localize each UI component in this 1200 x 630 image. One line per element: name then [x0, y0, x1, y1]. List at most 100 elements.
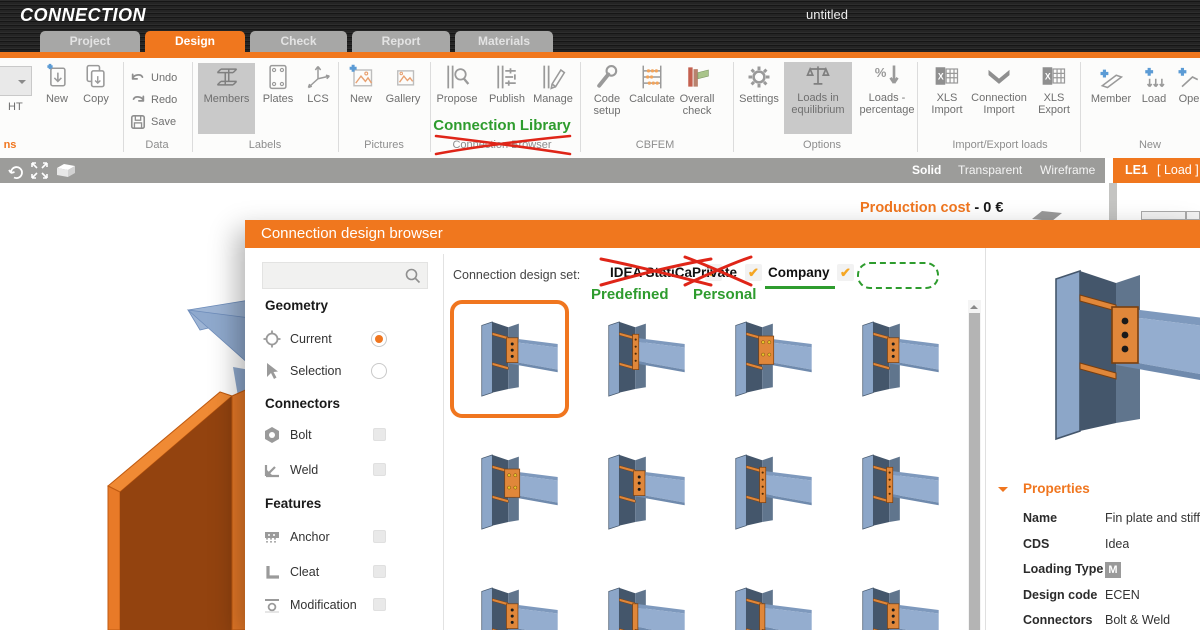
collapse-triangle-icon[interactable]	[998, 487, 1008, 497]
xls-import-button[interactable]: X XLS Import	[925, 62, 969, 134]
connection-thumbnail-fin[interactable]	[831, 300, 950, 418]
plates-icon	[264, 63, 292, 91]
members-button[interactable]: Members	[198, 63, 255, 134]
view-mode-solid[interactable]: Solid	[912, 163, 941, 177]
grid-scrollbar[interactable]	[968, 300, 981, 630]
cds-check-company[interactable]: ✔	[837, 264, 854, 281]
checkbox-anchor[interactable]	[373, 530, 386, 543]
loads-in-equilibrium-button[interactable]: Loads in equilibrium	[784, 62, 852, 134]
propose-icon	[443, 63, 471, 91]
rotate-view-icon[interactable]	[7, 162, 25, 180]
new-operation-button[interactable]: Ope	[1172, 63, 1200, 134]
save-button[interactable]: Save	[130, 114, 176, 130]
radio-current[interactable]	[371, 331, 387, 347]
calculate-button[interactable]: Calculate	[626, 63, 678, 134]
undo-button[interactable]: Undo	[130, 70, 177, 86]
filter-option-weld[interactable]: Weld	[263, 461, 423, 481]
filter-option-bolt[interactable]: Bolt	[263, 426, 423, 446]
connection-thumbnail-haunch[interactable]	[577, 566, 696, 630]
connection-thumbnail-fin[interactable]	[450, 300, 569, 418]
scrollbar-thumb[interactable]	[969, 313, 980, 630]
checkbox-cleat[interactable]	[373, 565, 386, 578]
cleat-icon	[263, 563, 281, 581]
group-label-connection-browser: Connection Browser	[437, 139, 567, 151]
new-operation-icon	[1175, 63, 1200, 91]
overall-check-button[interactable]: Overall check	[672, 63, 722, 134]
solid-box-icon[interactable]	[55, 162, 77, 179]
height-combo[interactable]	[0, 66, 32, 96]
filter-option-modification[interactable]: Modification	[263, 596, 423, 616]
view-mode-transparent[interactable]: Transparent	[958, 163, 1022, 177]
right-panel-scrollbar[interactable]	[1109, 183, 1117, 221]
connection-thumbnail-fin[interactable]	[577, 433, 696, 551]
abacus-icon	[638, 63, 666, 91]
redo-button[interactable]: Redo	[130, 92, 177, 108]
connection-thumbnail-plate[interactable]	[704, 300, 823, 418]
xls-export-button[interactable]: X XLS Export	[1032, 62, 1076, 134]
cds-option-company[interactable]: Company	[768, 265, 830, 280]
settings-button[interactable]: Settings	[736, 63, 782, 134]
connection-thumbnail-haunch[interactable]	[704, 566, 823, 630]
group-label-partial: ns	[0, 139, 20, 151]
tab-report[interactable]: Report	[352, 31, 450, 52]
lcs-button[interactable]: LCS	[298, 63, 338, 134]
connection-thumbnail-fin[interactable]	[831, 566, 950, 630]
group-label-cbfem: CBFEM	[615, 139, 695, 151]
tab-check[interactable]: Check	[250, 31, 347, 52]
tab-materials[interactable]: Materials	[455, 31, 553, 52]
ht-button[interactable]: HT	[8, 101, 23, 113]
property-row-name: Name Fin plate and stiffe	[1023, 511, 1199, 529]
undo-icon	[130, 70, 146, 86]
loads-percentage-button[interactable]: % Loads - percentage	[856, 62, 918, 134]
load-case-selector[interactable]: LE1 [ Load ]	[1113, 158, 1200, 183]
checkbox-weld[interactable]	[373, 463, 386, 476]
connection-thumbnail-end[interactable]	[704, 433, 823, 551]
view-mode-wireframe[interactable]: Wireframe	[1040, 163, 1095, 177]
cds-option-private[interactable]: Private	[692, 265, 737, 280]
scroll-up-icon[interactable]	[970, 301, 978, 309]
xls-export-icon: X	[1040, 62, 1068, 90]
connection-import-button[interactable]: Connection Import	[968, 62, 1030, 134]
annotation-connection-library: Connection Library	[432, 117, 572, 134]
connection-thumbnail-end[interactable]	[831, 433, 950, 551]
new-load-button[interactable]: Load	[1136, 63, 1172, 134]
group-label-import-export: Import/Export loads	[930, 139, 1070, 151]
new-picture-button[interactable]: New	[342, 63, 380, 134]
checkbox-modification[interactable]	[373, 598, 386, 611]
connection-thumbnail-fin[interactable]	[450, 566, 569, 630]
filter-option-cleat[interactable]: Cleat	[263, 563, 423, 583]
checkbox-bolt[interactable]	[373, 428, 386, 441]
group-label-new: New	[1120, 139, 1180, 151]
group-label-pictures: Pictures	[344, 139, 424, 151]
connection-thumbnail-plate[interactable]	[450, 433, 569, 551]
filter-option-anchor[interactable]: Anchor	[263, 528, 423, 548]
search-icon	[405, 268, 421, 284]
radio-selection[interactable]	[371, 363, 387, 379]
group-label-options: Options	[782, 139, 862, 151]
wrench-icon	[593, 63, 621, 91]
plates-button[interactable]: Plates	[258, 63, 298, 134]
copy-button[interactable]: Copy	[76, 63, 116, 134]
tab-design[interactable]: Design	[145, 31, 245, 52]
app-logo: CONNECTION	[20, 5, 146, 26]
crosshair-icon	[263, 330, 281, 348]
members-ibeam-icon	[213, 63, 241, 91]
connection-thumbnail-end[interactable]	[577, 300, 696, 418]
gallery-button[interactable]: Gallery	[380, 63, 426, 134]
code-setup-button[interactable]: Code setup	[586, 63, 628, 134]
cds-check-private[interactable]: ✔	[745, 264, 762, 281]
cds-option-idea-statica[interactable]: IDEA StatiCa	[610, 265, 692, 280]
search-input[interactable]	[267, 265, 397, 286]
new-member-button[interactable]: Member	[1086, 63, 1136, 134]
manage-icon	[539, 63, 567, 91]
svg-text:X: X	[938, 72, 944, 82]
dialog-title-bar[interactable]: Connection design browser	[245, 220, 1200, 248]
filter-option-current[interactable]: Current	[263, 330, 423, 350]
filter-option-selection[interactable]: Selection	[263, 362, 423, 382]
weld-icon	[263, 461, 281, 479]
new-item-button[interactable]: New	[38, 63, 76, 134]
tab-project[interactable]: Project	[40, 31, 140, 52]
overall-check-icon	[683, 63, 711, 91]
zoom-extents-icon[interactable]	[30, 161, 49, 180]
save-icon	[130, 114, 146, 130]
